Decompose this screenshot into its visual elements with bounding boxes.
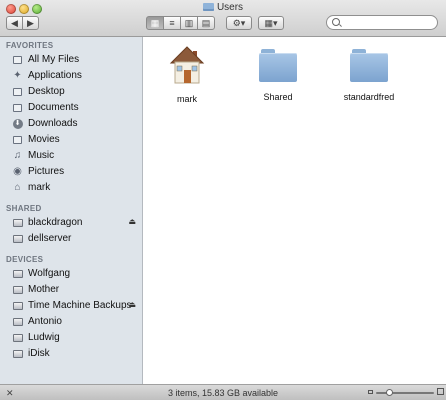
movies-icon [12, 134, 23, 145]
music-icon: ♫ [13, 150, 22, 161]
shared-header: SHARED [6, 204, 42, 213]
forward-arrow-icon: ▶ [27, 18, 34, 28]
sidebar-item-label: Pictures [28, 166, 65, 177]
eject-icon[interactable]: ⏏ [128, 217, 136, 226]
sidebar-item-label: Music [28, 150, 55, 161]
file-item-label: mark [177, 94, 197, 104]
documents-icon [12, 102, 23, 113]
sidebar-item-label: iDisk [28, 348, 50, 359]
back-arrow-icon: ◀ [11, 18, 18, 28]
sidebar-item-label: Wolfgang [28, 268, 71, 279]
sidebar-item-downloads[interactable]: ⬇ Downloads [0, 116, 142, 131]
sidebar: FAVORITES All My Files ✦ Applications De… [0, 37, 143, 384]
arrange-menu-button[interactable]: ▦▾ [258, 16, 284, 30]
forward-button[interactable]: ▶ [22, 16, 39, 30]
column-view-button[interactable]: ▥ [180, 16, 198, 30]
sidebar-item-desktop[interactable]: Desktop [0, 84, 142, 99]
window-title-label: Users [216, 2, 244, 13]
home-folder-icon [169, 46, 205, 84]
list-view-button[interactable]: ≡ [163, 16, 181, 30]
desktop-icon [12, 86, 23, 97]
sidebar-item-label: Mother [28, 284, 60, 295]
hard-drive-icon [12, 316, 23, 327]
coverflow-view-icon: ▤ [201, 18, 211, 28]
sidebar-item-label: Antonio [28, 316, 62, 327]
sidebar-item-label: All My Files [28, 54, 80, 65]
hard-drive-icon [12, 332, 23, 343]
search-field[interactable] [326, 15, 438, 30]
file-item-label: standardfred [343, 92, 395, 102]
downloads-icon: ⬇ [12, 118, 23, 129]
status-bar: ✕ 3 items, 15.83 GB available [0, 384, 446, 400]
search-icon [332, 18, 340, 26]
large-icon-size-icon [437, 388, 444, 395]
sidebar-item-label: Downloads [28, 118, 78, 129]
icon-view-button[interactable]: ▦ [146, 16, 164, 30]
action-menu-button[interactable]: ⚙▾ [226, 16, 252, 30]
sidebar-item-all-my-files[interactable]: All My Files [0, 52, 142, 67]
network-computer-icon [12, 217, 23, 228]
file-item-standardfred[interactable]: standardfred [329, 49, 409, 102]
sidebar-item-time-machine-backups[interactable]: Time Machine Backups ⏏ [0, 298, 142, 313]
sidebar-item-label: Movies [28, 134, 60, 145]
network-computer-icon [12, 233, 23, 244]
arrange-icon: ▦▾ [264, 18, 278, 28]
home-icon: ⌂ [14, 182, 21, 193]
finder-window: Users ◀ ▶ ▦ ≡ ▥ ▤ ⚙▾ ▦▾ FAVORITES All My… [0, 0, 446, 400]
hard-drive-icon [12, 300, 23, 311]
sidebar-item-antonio[interactable]: Antonio [0, 314, 142, 329]
folder-icon [350, 49, 388, 82]
applications-icon: ✦ [13, 70, 22, 81]
slider-knob[interactable] [386, 389, 393, 396]
file-item-mark[interactable]: mark [147, 43, 227, 104]
sidebar-item-applications[interactable]: ✦ Applications [0, 68, 142, 83]
search-input[interactable] [343, 17, 433, 28]
hard-drive-icon [12, 284, 23, 295]
sidebar-item-wolfgang[interactable]: Wolfgang [0, 266, 142, 281]
icon-size-slider[interactable] [376, 389, 434, 396]
file-browser: mark Shared standardfred [143, 37, 446, 384]
view-mode-selector: ▦ ≡ ▥ ▤ [146, 16, 215, 30]
hard-drive-icon [12, 268, 23, 279]
window-title: Users [0, 2, 446, 13]
devices-header: DEVICES [6, 255, 44, 264]
sidebar-item-idisk[interactable]: iDisk [0, 346, 142, 361]
sidebar-item-documents[interactable]: Documents [0, 100, 142, 115]
sidebar-item-mother[interactable]: Mother [0, 282, 142, 297]
sidebar-item-label: Applications [28, 70, 82, 81]
sidebar-item-label: mark [28, 182, 51, 193]
sidebar-item-label: blackdragon [28, 217, 83, 228]
favorites-header: FAVORITES [6, 41, 54, 50]
folder-icon [202, 3, 214, 11]
sidebar-item-music[interactable]: ♫ Music [0, 148, 142, 163]
coverflow-view-button[interactable]: ▤ [197, 16, 215, 30]
sidebar-item-blackdragon[interactable]: blackdragon ⏏ [0, 215, 142, 230]
sidebar-item-label: Ludwig [28, 332, 60, 343]
sidebar-item-movies[interactable]: Movies [0, 132, 142, 147]
all-files-icon [12, 54, 23, 65]
pictures-icon: ◉ [13, 166, 22, 177]
column-view-icon: ▥ [184, 18, 194, 28]
sidebar-item-ludwig[interactable]: Ludwig [0, 330, 142, 345]
sidebar-item-label: Time Machine Backups [28, 300, 132, 311]
sidebar-item-label: dellserver [28, 233, 72, 244]
gear-icon: ⚙▾ [232, 18, 246, 28]
icon-view-icon: ▦ [150, 18, 160, 28]
list-view-icon: ≡ [169, 18, 175, 28]
back-button[interactable]: ◀ [6, 16, 23, 30]
idisk-icon [12, 348, 23, 359]
sidebar-item-mark[interactable]: ⌂ mark [0, 180, 142, 195]
file-item-shared[interactable]: Shared [238, 49, 318, 102]
small-icon-size-icon [368, 390, 373, 394]
folder-icon [259, 49, 297, 82]
sidebar-item-dellserver[interactable]: dellserver [0, 231, 142, 246]
file-item-label: Shared [263, 92, 293, 102]
eject-icon[interactable]: ⏏ [128, 300, 136, 309]
sidebar-item-label: Documents [28, 102, 79, 113]
sidebar-item-label: Desktop [28, 86, 65, 97]
sidebar-item-pictures[interactable]: ◉ Pictures [0, 164, 142, 179]
toolbar: Users ◀ ▶ ▦ ≡ ▥ ▤ ⚙▾ ▦▾ [0, 0, 446, 37]
